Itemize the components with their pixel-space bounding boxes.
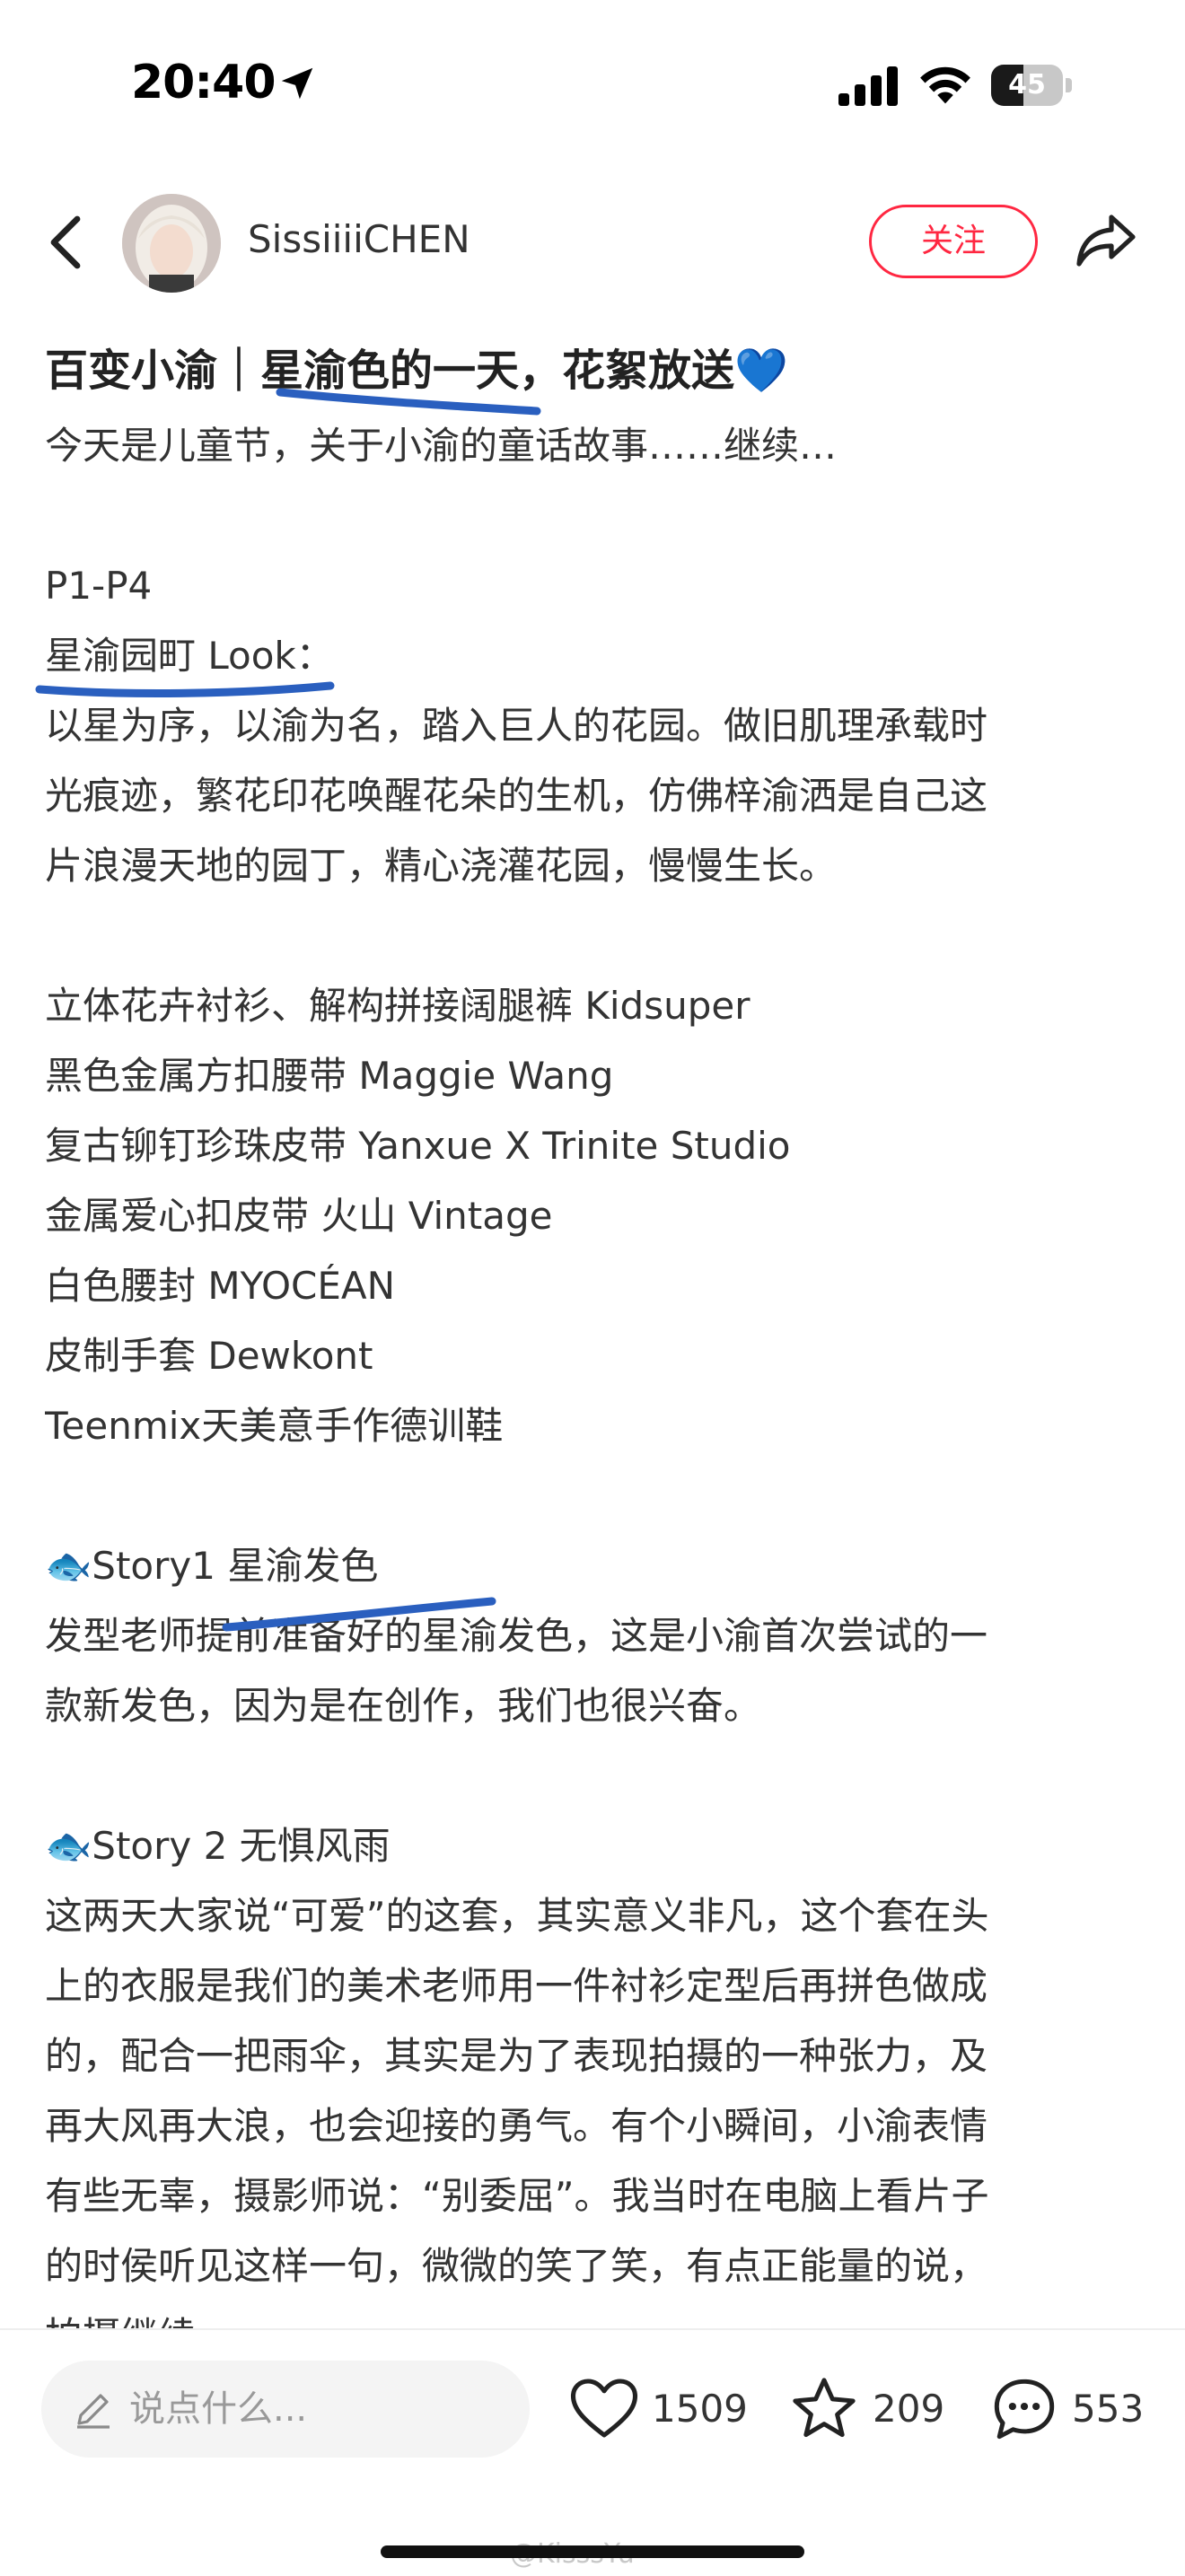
post-text-line: 白色腰封 MYOCÉAN — [45, 1264, 396, 1308]
heart-icon — [570, 2379, 638, 2438]
collect-count: 209 — [873, 2387, 945, 2431]
comment-count: 553 — [1072, 2387, 1145, 2431]
post-text-line: 以星为序，以渝为名，踏入巨人的花园。做旧肌理承载时 — [45, 704, 988, 748]
like-count: 1509 — [652, 2387, 748, 2431]
comment-input[interactable]: 说点什么... — [41, 2361, 530, 2458]
post-text-line: 立体花卉衬衫、解构拼接阔腿裤 Kidsuper — [45, 984, 750, 1028]
post-text-line: 光痕迹，繁花印花唤醒花朵的生机，仿佛梓渝洒是自己这 — [45, 774, 988, 818]
post-text-line: 🐟Story 2 无惧风雨 — [45, 1824, 391, 1868]
post-text-line: 🐟Story1 星渝发色 — [45, 1544, 379, 1588]
username[interactable]: SissiiiiCHEN — [248, 217, 470, 261]
post-header: SissiiiiCHEN 关注 — [0, 180, 1185, 305]
cellular-signal-icon — [838, 66, 898, 106]
follow-button[interactable]: 关注 — [869, 205, 1038, 278]
comment-bubble-icon — [994, 2379, 1055, 2440]
post-text-line: 再大风再大浪，也会迎接的勇气。有个小瞬间，小渝表情 — [45, 2104, 988, 2148]
post-body: 今天是儿童节，关于小渝的童话故事……继续… P1-P4 星渝园町 Look： 以星为序… — [45, 411, 1149, 2371]
share-icon[interactable] — [1074, 212, 1138, 269]
status-time: 20:40 — [131, 56, 276, 110]
battery-percent: 45 — [1008, 69, 1046, 101]
post-text-line: 发型老师提前准备好的星渝发色，这是小渝首次尝试的一 — [45, 1614, 988, 1658]
location-arrow-icon — [281, 67, 313, 100]
back-chevron-icon[interactable] — [45, 214, 84, 271]
status-bar: 20:40 45 — [0, 0, 1185, 171]
post-text-line: 今天是儿童节，关于小渝的童话故事……继续… — [45, 424, 838, 468]
post-text-line: 有些无辜，摄影师说：“别委屈”。我当时在电脑上看片子 — [45, 2174, 989, 2218]
post-text-line: 黑色金属方扣腰带 Maggie Wang — [45, 1054, 614, 1098]
post-text-line: 星渝园町 Look： — [45, 634, 334, 678]
post-text-line: 片浪漫天地的园丁，精心浇灌花园，慢慢生长。 — [45, 844, 838, 888]
battery-indicator: 45 — [991, 65, 1072, 106]
post-text-line: 复古铆钉珍珠皮带 Yanxue X Trinite Studio — [45, 1124, 791, 1168]
pencil-icon — [77, 2394, 110, 2429]
post-text-line: Teenmix天美意手作德训鞋 — [45, 1404, 504, 1448]
home-indicator[interactable] — [381, 2545, 804, 2558]
post-text-line: P1-P4 — [45, 564, 153, 608]
wifi-icon — [920, 66, 970, 104]
star-icon — [793, 2378, 856, 2438]
post-text-line: 的，配合一把雨伞，其实是为了表现拍摄的一种张力，及 — [45, 2034, 988, 2078]
avatar[interactable] — [122, 194, 221, 293]
post-text-line: 上的衣服是我们的美术老师用一件衬衫定型后再拼色做成 — [45, 1964, 988, 2008]
comment-placeholder: 说点什么... — [129, 2388, 308, 2430]
post-text-line: 这两天大家说“可爱”的这套，其实意义非凡，这个套在头 — [45, 1894, 989, 1938]
post-text-line: 金属爱心扣皮带 火山 Vintage — [45, 1194, 553, 1238]
post-text-line: 的时侯听见这样一句，微微的笑了笑，有点正能量的说， — [45, 2244, 988, 2288]
post-title: 百变小渝｜星渝色的一天，花絮放送💙 — [45, 346, 788, 396]
post-text-line: 皮制手套 Dewkont — [45, 1334, 373, 1378]
avatar-image — [122, 194, 221, 293]
post-content: 百变小渝｜星渝色的一天，花絮放送💙 今天是儿童节，关于小渝的童话故事……继续… P… — [45, 330, 1149, 2371]
bottom-action-bar: 说点什么... 1509 209 553 @KisssYu — [0, 2328, 1185, 2576]
post-text-line: 款新发色，因为是在创作，我们也很兴奋。 — [45, 1684, 762, 1728]
